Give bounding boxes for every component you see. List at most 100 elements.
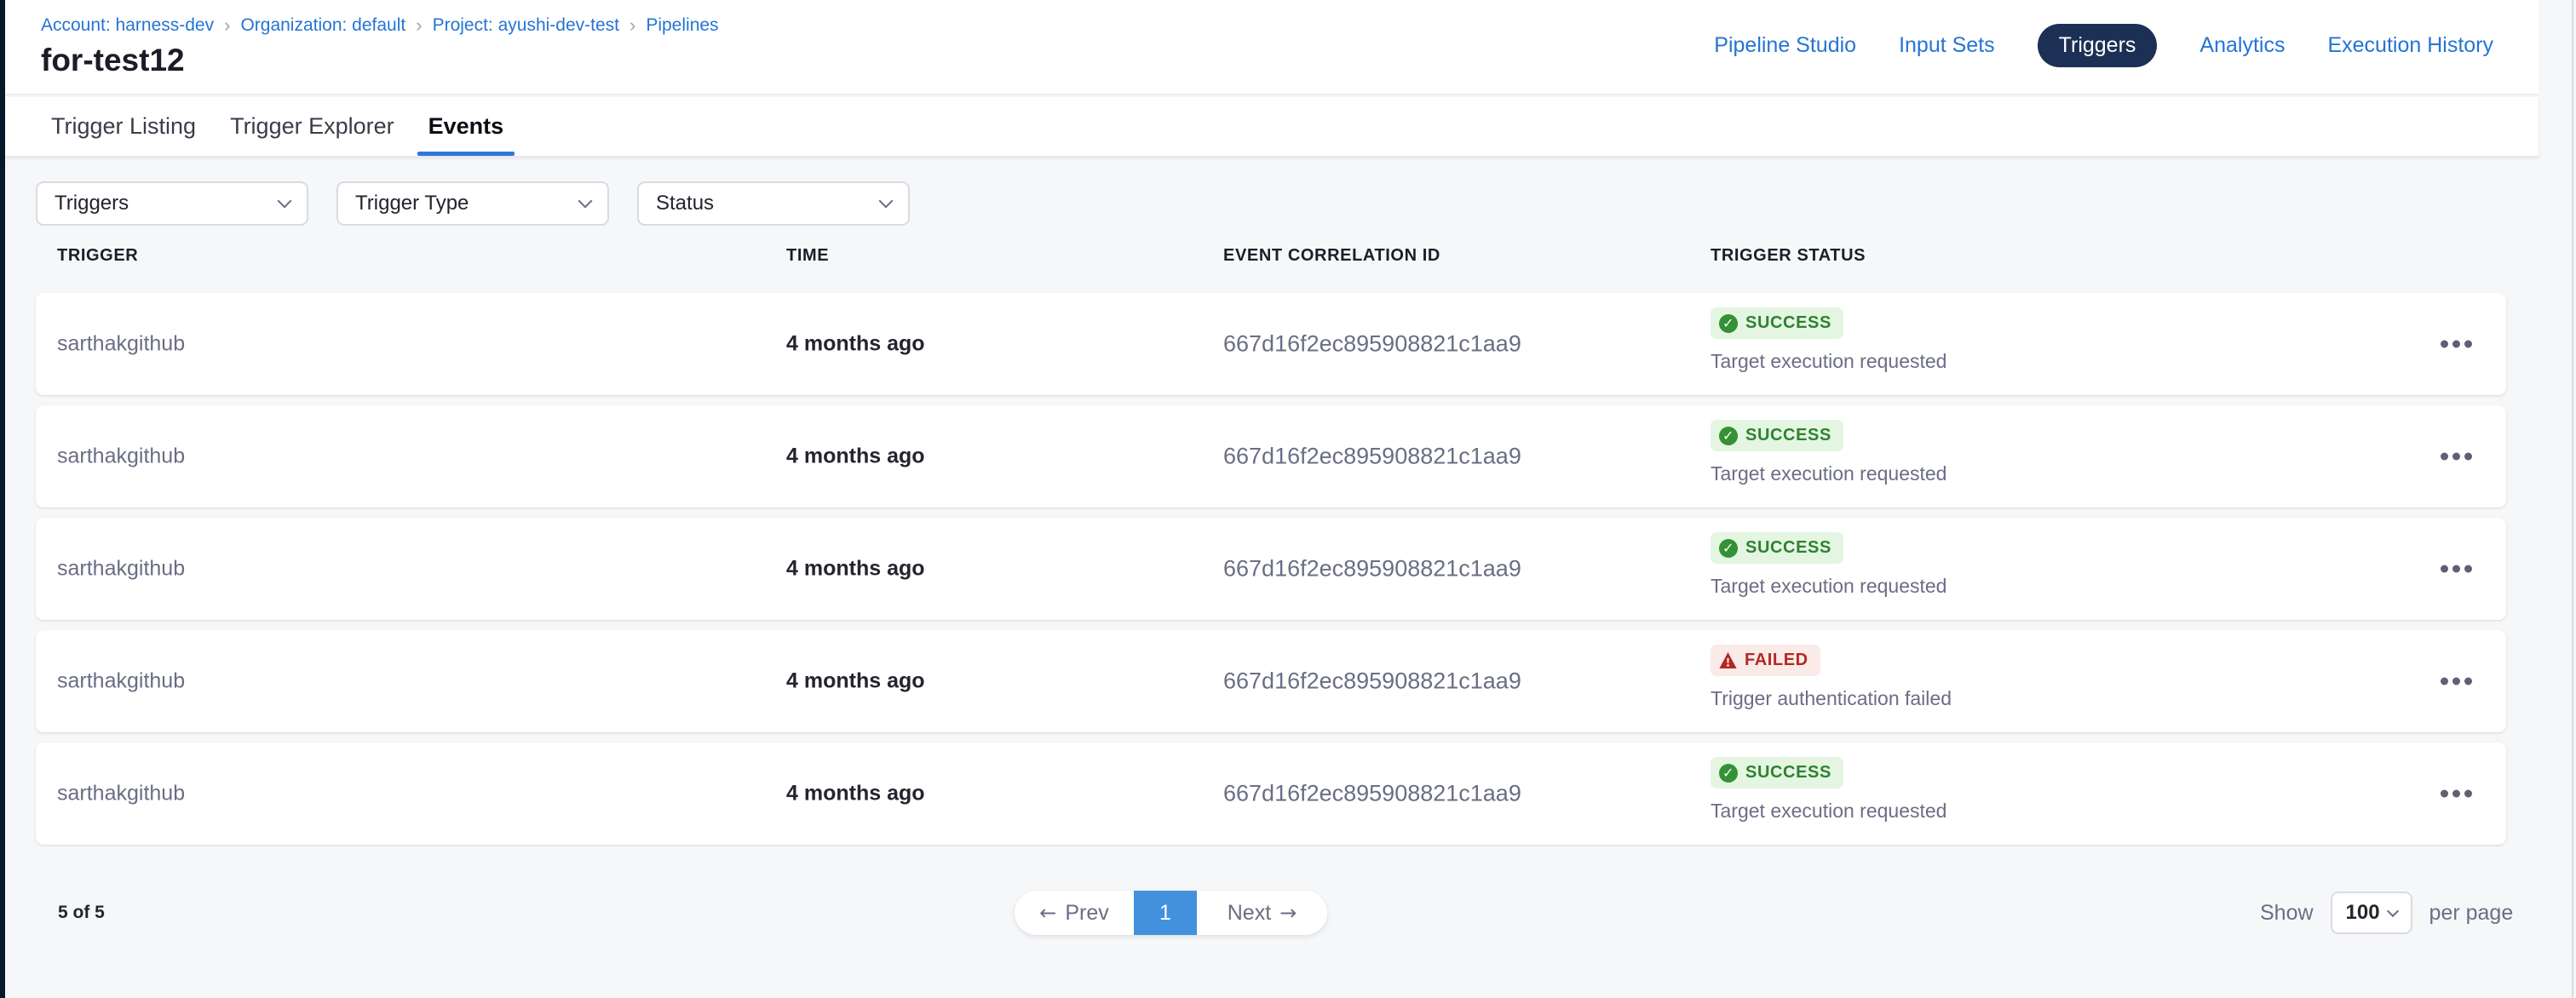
nav-item-input-sets[interactable]: Input Sets [1899, 33, 1995, 58]
column-header-time: TIME [786, 246, 829, 266]
column-header-trigger-status: TRIGGER STATUS [1711, 246, 1866, 266]
table-row: sarthakgithub 4 months ago 667d16f2ec895… [36, 630, 2506, 732]
trigger-status-cell: ✓ SUCCESS Target execution requested [1711, 532, 1946, 598]
column-header-event-correlation-id: EVENT CORRELATION ID [1223, 246, 1440, 266]
trigger-status-cell: ✓ SUCCESS Target execution requested [1711, 307, 1946, 373]
event-correlation-id-cell: 667d16f2ec895908821c1aa9 [1223, 556, 1521, 582]
page-size-value: 100 [2346, 901, 2380, 925]
page-title: for-test12 [41, 43, 185, 78]
breadcrumb-link-organization[interactable]: Organization: default [240, 15, 405, 36]
status-filter-label: Status [656, 192, 714, 215]
breadcrumb-link-project[interactable]: Project: ayushi-dev-test [433, 15, 619, 36]
status-badge: FAILED [1711, 645, 1820, 676]
filter-bar: Triggers Trigger Type Status [36, 181, 910, 226]
time-cell: 4 months ago [786, 782, 925, 806]
status-badge: ✓ SUCCESS [1711, 307, 1843, 339]
chevron-down-icon [278, 194, 292, 209]
page-size-show-label: Show [2260, 901, 2314, 926]
trigger-status-cell: FAILED Trigger authentication failed [1711, 645, 1952, 710]
table-row: sarthakgithub 4 months ago 667d16f2ec895… [36, 743, 2506, 845]
status-badge: ✓ SUCCESS [1711, 532, 1843, 564]
breadcrumb-link-account[interactable]: Account: harness-dev [41, 15, 214, 36]
status-badge: ✓ SUCCESS [1711, 420, 1843, 451]
ellipsis-icon [2441, 341, 2448, 348]
pagination: ← Prev 1 Next → [1015, 891, 1327, 935]
check-circle-icon: ✓ [1719, 427, 1738, 445]
trigger-name-cell: sarthakgithub [57, 332, 185, 357]
status-badge-label: SUCCESS [1745, 538, 1831, 558]
status-detail: Target execution requested [1711, 462, 1946, 485]
prev-button[interactable]: ← Prev [1015, 891, 1134, 935]
table-row: sarthakgithub 4 months ago 667d16f2ec895… [36, 293, 2506, 395]
page-header: Account: harness-dev › Organization: def… [5, 0, 2539, 95]
pipeline-top-nav: Pipeline Studio Input Sets Triggers Anal… [1714, 0, 2493, 90]
event-correlation-id-cell: 667d16f2ec895908821c1aa9 [1223, 444, 1521, 470]
breadcrumb-separator-icon: › [630, 14, 635, 37]
trigger-name-cell: sarthakgithub [57, 445, 185, 469]
nav-item-pipeline-studio[interactable]: Pipeline Studio [1714, 33, 1856, 58]
status-detail: Target execution requested [1711, 575, 1946, 598]
page-1-button[interactable]: 1 [1134, 891, 1197, 935]
status-badge-label: FAILED [1745, 651, 1808, 670]
table-row: sarthakgithub 4 months ago 667d16f2ec895… [36, 405, 2506, 508]
trigger-status-cell: ✓ SUCCESS Target execution requested [1711, 420, 1946, 485]
time-cell: 4 months ago [786, 557, 925, 582]
time-cell: 4 months ago [786, 332, 925, 357]
trigger-name-cell: sarthakgithub [57, 782, 185, 806]
left-arrow-icon: ← [1039, 901, 1056, 925]
per-page-label: per page [2429, 901, 2514, 926]
status-detail: Target execution requested [1711, 350, 1946, 373]
trigger-type-filter-dropdown[interactable]: Trigger Type [336, 181, 609, 226]
chevron-down-icon [879, 194, 894, 209]
page-size-control: Show 100 per page [2260, 891, 2513, 935]
row-menu-button[interactable] [2432, 669, 2481, 694]
ellipsis-icon [2441, 453, 2448, 461]
trigger-name-cell: sarthakgithub [57, 557, 185, 582]
results-count: 5 of 5 [58, 903, 105, 923]
event-correlation-id-cell: 667d16f2ec895908821c1aa9 [1223, 331, 1521, 358]
nav-item-triggers[interactable]: Triggers [2038, 24, 2158, 67]
next-button[interactable]: Next → [1197, 891, 1327, 935]
event-correlation-id-cell: 667d16f2ec895908821c1aa9 [1223, 781, 1521, 807]
warning-triangle-icon [1719, 652, 1737, 668]
nav-item-analytics[interactable]: Analytics [2199, 33, 2285, 58]
trigger-name-cell: sarthakgithub [57, 669, 185, 694]
status-detail: Target execution requested [1711, 800, 1946, 823]
check-circle-icon: ✓ [1719, 539, 1738, 558]
breadcrumb-separator-icon: › [416, 14, 422, 37]
status-detail: Trigger authentication failed [1711, 687, 1952, 710]
row-menu-button[interactable] [2432, 557, 2481, 582]
tab-trigger-listing[interactable]: Trigger Listing [51, 97, 196, 156]
trigger-status-cell: ✓ SUCCESS Target execution requested [1711, 757, 1946, 823]
ellipsis-icon [2441, 565, 2448, 573]
time-cell: 4 months ago [786, 445, 925, 469]
chevron-down-icon [578, 194, 593, 209]
status-badge-label: SUCCESS [1745, 426, 1831, 445]
tab-events[interactable]: Events [428, 97, 504, 156]
tab-trigger-explorer[interactable]: Trigger Explorer [230, 97, 394, 156]
page-size-select[interactable]: 100 [2331, 892, 2412, 934]
ellipsis-icon [2441, 678, 2448, 685]
ellipsis-icon [2441, 790, 2448, 798]
breadcrumb: Account: harness-dev › Organization: def… [41, 14, 719, 37]
right-arrow-icon: → [1279, 901, 1297, 925]
status-badge-label: SUCCESS [1745, 313, 1831, 333]
check-circle-icon: ✓ [1719, 764, 1738, 783]
event-correlation-id-cell: 667d16f2ec895908821c1aa9 [1223, 668, 1521, 695]
time-cell: 4 months ago [786, 669, 925, 694]
row-menu-button[interactable] [2432, 332, 2481, 357]
row-menu-button[interactable] [2432, 782, 2481, 806]
table-row: sarthakgithub 4 months ago 667d16f2ec895… [36, 518, 2506, 620]
check-circle-icon: ✓ [1719, 314, 1738, 333]
breadcrumb-separator-icon: › [224, 14, 230, 37]
status-filter-dropdown[interactable]: Status [637, 181, 910, 226]
events-tab-bar: Trigger Listing Trigger Explorer Events [5, 97, 2539, 157]
trigger-type-filter-label: Trigger Type [355, 192, 469, 215]
nav-item-execution-history[interactable]: Execution History [2327, 33, 2493, 58]
breadcrumb-link-pipelines[interactable]: Pipelines [646, 15, 718, 36]
triggers-filter-label: Triggers [55, 192, 129, 215]
triggers-filter-dropdown[interactable]: Triggers [36, 181, 308, 226]
events-table: sarthakgithub 4 months ago 667d16f2ec895… [36, 293, 2506, 855]
next-label: Next [1228, 901, 1271, 926]
row-menu-button[interactable] [2432, 445, 2481, 469]
